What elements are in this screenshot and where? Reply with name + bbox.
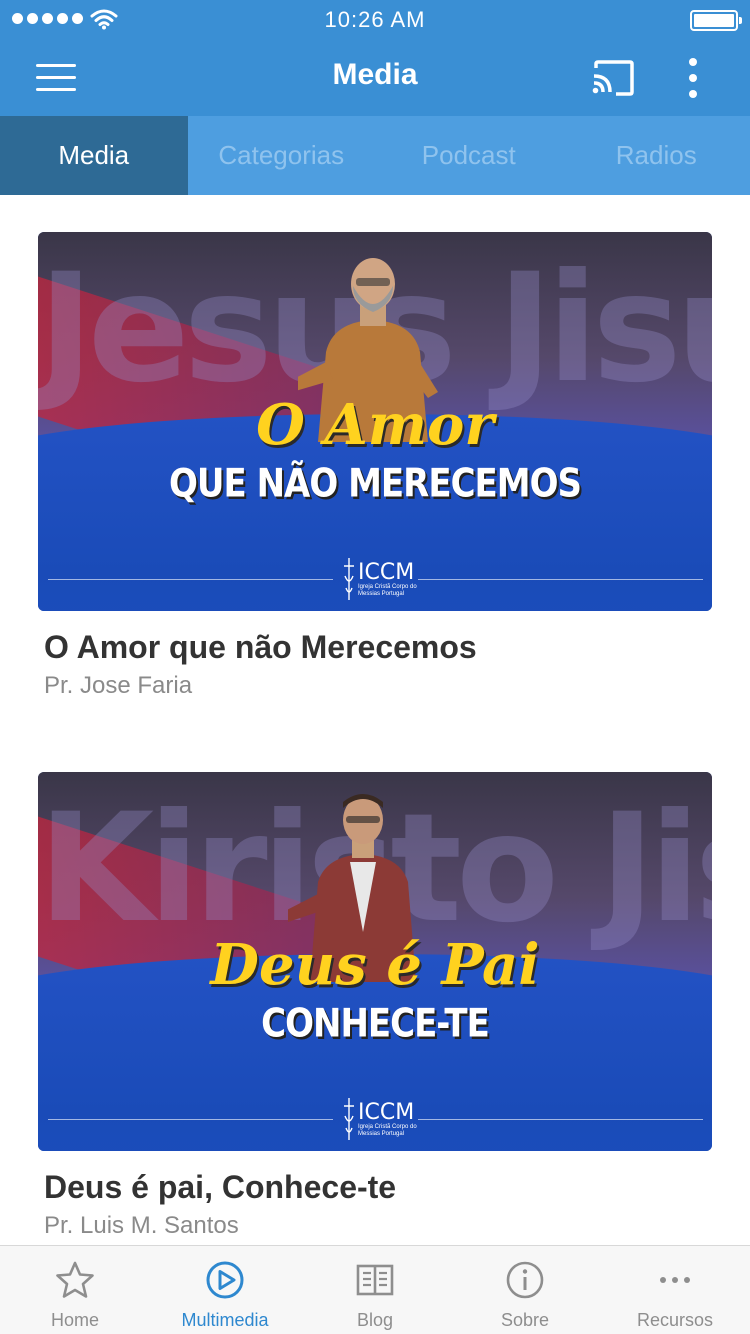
book-icon: [356, 1264, 394, 1296]
nav-label: Recursos: [636, 1310, 714, 1330]
bottom-navigation: Home Multimedia Blog Sobre Recursos: [0, 1245, 750, 1334]
cast-icon[interactable]: [590, 58, 636, 98]
app-bar: Media: [0, 40, 750, 116]
iccm-logo: ICCM Igreja Cristã Corpo do Messias Port…: [338, 554, 428, 604]
thumbnail-headline: Deus é Pai: [210, 932, 540, 998]
battery-icon: [690, 10, 742, 31]
thumbnail-headline: O Amor: [256, 392, 494, 458]
media-list: Jesus Jisus O Amor QUE NÃO MERECEMOS ICC…: [0, 195, 750, 1245]
page-title: Media: [332, 58, 418, 91]
tab-radios[interactable]: Radios: [563, 116, 750, 195]
tab-bar: Media Categorias Podcast Radios: [0, 116, 750, 195]
media-title[interactable]: Deus é pai, Conhece-te: [44, 1169, 712, 1206]
play-circle-icon: [206, 1261, 244, 1299]
nav-label: Home: [50, 1310, 99, 1330]
nav-item-blog[interactable]: Blog: [300, 1246, 450, 1334]
more-horizontal-icon: [660, 1277, 690, 1283]
nav-item-multimedia[interactable]: Multimedia: [150, 1246, 300, 1334]
nav-item-sobre[interactable]: Sobre: [450, 1246, 600, 1334]
nav-label: Blog: [356, 1310, 394, 1330]
iccm-logo: ICCM Igreja Cristã Corpo do Messias Port…: [338, 1094, 428, 1144]
more-vertical-icon[interactable]: [680, 56, 706, 100]
media-card[interactable]: Kiristo Jisus Deus é Pai CONHECE-TE ICCM: [38, 772, 712, 1240]
media-author: Pr. Luis M. Santos: [44, 1212, 239, 1239]
tab-podcast[interactable]: Podcast: [375, 116, 563, 195]
media-author: Pr. Jose Faria: [44, 672, 193, 699]
media-card[interactable]: Jesus Jisus O Amor QUE NÃO MERECEMOS ICC…: [38, 232, 712, 700]
status-bar: 10:26 AM: [0, 0, 750, 40]
status-time: 10:26 AM: [324, 7, 426, 32]
media-title[interactable]: O Amor que não Merecemos: [44, 629, 712, 666]
nav-label: Sobre: [500, 1310, 550, 1330]
media-thumbnail[interactable]: Jesus Jisus O Amor QUE NÃO MERECEMOS ICC…: [38, 232, 712, 611]
nav-item-home[interactable]: Home: [0, 1246, 150, 1334]
media-thumbnail[interactable]: Kiristo Jisus Deus é Pai CONHECE-TE ICCM: [38, 772, 712, 1151]
info-icon: [506, 1261, 544, 1299]
thumbnail-subline: QUE NÃO MERECEMOS: [169, 461, 582, 507]
star-icon: [56, 1261, 94, 1298]
nav-label: Multimedia: [181, 1310, 269, 1330]
nav-item-recursos[interactable]: Recursos: [600, 1246, 750, 1334]
tab-categorias[interactable]: Categorias: [188, 116, 376, 195]
thumbnail-subline: CONHECE-TE: [261, 1001, 490, 1047]
tab-media[interactable]: Media: [0, 116, 188, 195]
